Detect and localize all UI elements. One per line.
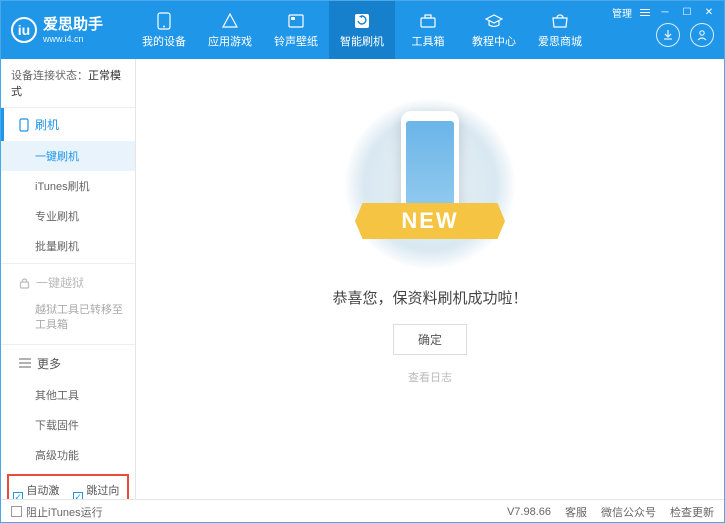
ok-button[interactable]: 确定: [393, 324, 467, 355]
sidebar-item-batch[interactable]: 批量刷机: [1, 231, 135, 261]
app-name: 爱思助手: [43, 16, 103, 34]
window-controls: 管理 ─ ☐ ✕: [612, 5, 716, 20]
checkbox-icon: ✓: [13, 492, 23, 499]
app-logo: iu 爱思助手 www.i4.cn: [11, 16, 131, 45]
phone-icon: [155, 12, 173, 30]
view-log-link[interactable]: 查看日志: [408, 369, 452, 385]
nav-store[interactable]: 爱思商城: [527, 1, 593, 59]
check-update-link[interactable]: 检查更新: [670, 504, 714, 520]
checkbox-skip-guide[interactable]: ✓ 跳过向导: [73, 482, 123, 499]
minimize-button[interactable]: ─: [658, 7, 672, 19]
phone-small-icon: [19, 118, 29, 132]
sidebar-item-other-tools[interactable]: 其他工具: [1, 380, 135, 410]
nav-my-device[interactable]: 我的设备: [131, 1, 197, 59]
wallpaper-icon: [287, 12, 305, 30]
nav-apps[interactable]: 应用游戏: [197, 1, 263, 59]
new-badge: NEW: [355, 203, 505, 239]
nav-tutorials[interactable]: 教程中心: [461, 1, 527, 59]
version-label: V7.98.66: [507, 506, 551, 518]
lock-icon: [19, 277, 30, 289]
apps-icon: [221, 12, 239, 30]
menu-icon[interactable]: [640, 9, 650, 16]
success-message: 恭喜您，保资料刷机成功啦！: [332, 287, 527, 308]
checkbox-icon: ✓: [73, 492, 83, 499]
block-itunes-checkbox[interactable]: [11, 506, 22, 517]
graduation-icon: [485, 12, 503, 30]
refresh-icon: [353, 12, 371, 30]
checkbox-auto-activate[interactable]: ✓ 自动激活: [13, 482, 63, 499]
logo-icon: iu: [11, 17, 37, 43]
sidebar-item-pro[interactable]: 专业刷机: [1, 201, 135, 231]
device-status: 设备连接状态：正常模式: [1, 59, 135, 108]
wechat-link[interactable]: 微信公众号: [601, 504, 656, 520]
main-content: NEW 恭喜您，保资料刷机成功啦！ 确定 查看日志: [136, 59, 724, 499]
app-url: www.i4.cn: [43, 34, 103, 45]
nav-toolbox[interactable]: 工具箱: [395, 1, 461, 59]
jailbreak-note: 越狱工具已转移至工具箱: [1, 299, 135, 342]
store-icon: [551, 12, 569, 30]
support-link[interactable]: 客服: [565, 504, 587, 520]
sidebar-item-itunes[interactable]: iTunes刷机: [1, 171, 135, 201]
success-illustration: NEW: [340, 99, 520, 269]
sidebar-item-oneclick[interactable]: 一键刷机: [1, 141, 135, 171]
close-button[interactable]: ✕: [702, 7, 716, 19]
block-itunes-label: 阻止iTunes运行: [26, 504, 103, 520]
title-bar: iu 爱思助手 www.i4.cn 我的设备 应用游戏 铃声壁纸 智能刷机 工具…: [1, 1, 724, 59]
nav-flash[interactable]: 智能刷机: [329, 1, 395, 59]
sidebar-section-more[interactable]: 更多: [1, 347, 135, 380]
sidebar-item-download-fw[interactable]: 下载固件: [1, 410, 135, 440]
sidebar: 设备连接状态：正常模式 刷机 一键刷机 iTunes刷机 专业刷机 批量刷机 一…: [1, 59, 136, 499]
sidebar-section-jailbreak: 一键越狱: [1, 266, 135, 299]
download-icon[interactable]: [656, 23, 680, 47]
prefs-label[interactable]: 管理: [612, 5, 632, 20]
activation-options: ✓ 自动激活 ✓ 跳过向导: [7, 474, 129, 499]
toolbox-icon: [419, 12, 437, 30]
status-bar: 阻止iTunes运行 V7.98.66 客服 微信公众号 检查更新: [1, 499, 724, 523]
nav-ringtones[interactable]: 铃声壁纸: [263, 1, 329, 59]
maximize-button[interactable]: ☐: [680, 7, 694, 19]
main-nav: 我的设备 应用游戏 铃声壁纸 智能刷机 工具箱 教程中心 爱思商城: [131, 1, 593, 59]
sidebar-section-restore[interactable]: 刷机: [1, 108, 135, 141]
sidebar-item-advanced[interactable]: 高级功能: [1, 440, 135, 470]
more-icon: [19, 358, 31, 368]
user-icon[interactable]: [690, 23, 714, 47]
